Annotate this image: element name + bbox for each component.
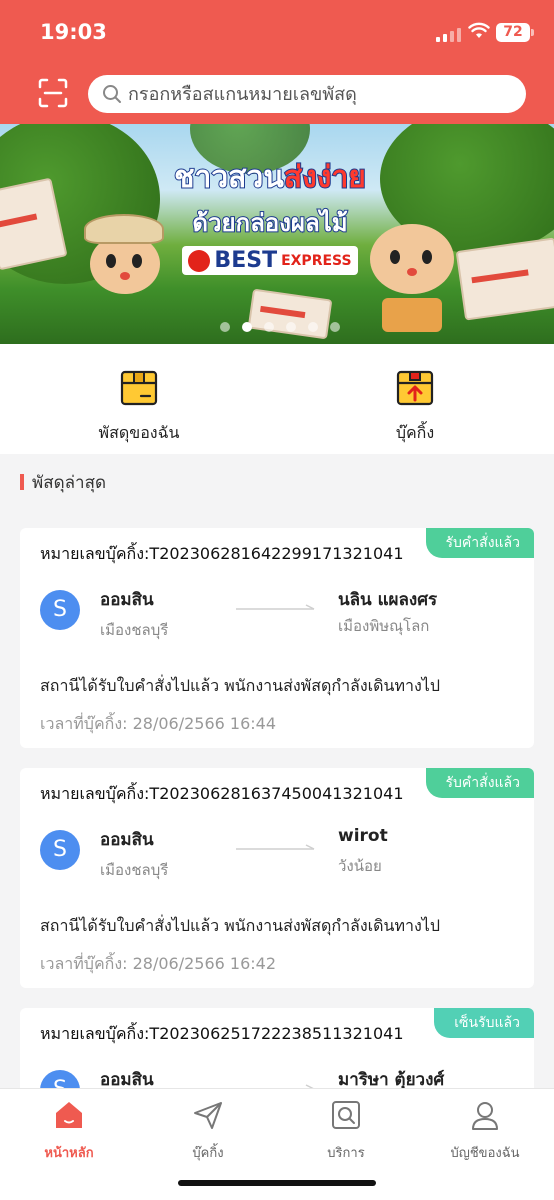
search-bar[interactable]: [88, 75, 526, 113]
banner-dot[interactable]: [286, 322, 296, 332]
nav-services[interactable]: บริการ: [286, 1099, 406, 1163]
banner-dot[interactable]: [264, 322, 274, 332]
search-input[interactable]: [128, 83, 508, 105]
wifi-icon: [468, 22, 490, 38]
booking-button[interactable]: บุ๊คกิ้ง: [345, 368, 485, 446]
shipment-card[interactable]: หมายเลขบุ๊คกิ้ง:T20230628163745004132104…: [20, 768, 534, 988]
sender-name: ออมสิน: [100, 830, 154, 850]
nav-booking-label: บุ๊คกิ้ง: [192, 1146, 224, 1161]
my-parcels-button[interactable]: พัสดุของฉัน: [69, 368, 209, 446]
banner-title: ชาวสวนส่งง่าย ด้วยกล่องผลไม้ BEST EXPRES…: [140, 154, 400, 277]
nav-home-label: หน้าหลัก: [44, 1146, 94, 1161]
home-icon: [56, 1102, 82, 1128]
home-indicator[interactable]: [178, 1180, 376, 1186]
service-search-icon: [332, 1101, 360, 1129]
send-icon: [194, 1102, 222, 1129]
user-icon: [472, 1102, 498, 1130]
status-bar: 19:03 72: [0, 0, 554, 64]
promo-banner[interactable]: ชาวสวนส่งง่าย ด้วยกล่องผลไม้ BEST EXPRES…: [0, 124, 554, 344]
search-icon: [103, 85, 121, 103]
status-badge: รับคำสั่งแล้ว: [425, 528, 534, 558]
sender-location: เมืองชลบุรี: [100, 621, 169, 639]
banner-dot[interactable]: [308, 322, 318, 332]
receiver-location: วังน้อย: [338, 857, 382, 875]
receiver-name: wirot: [338, 826, 388, 846]
sender-location: เมืองชลบุรี: [100, 861, 169, 879]
banner-dot[interactable]: [330, 322, 340, 332]
receiver-name: นลิน แผลงศร: [338, 590, 438, 610]
avatar: S: [40, 830, 80, 870]
app-header: 19:03 72: [0, 0, 554, 124]
booking-number: หมายเลขบุ๊คกิ้ง:T20230625172223851132104…: [40, 1024, 404, 1043]
banner-dot-active[interactable]: [242, 322, 252, 332]
banner-fruit-box: [455, 237, 554, 321]
banner-pagination: [220, 322, 340, 332]
route-arrow-icon: [236, 844, 315, 850]
best-express-logo: BEST EXPRESS: [182, 246, 358, 275]
shipment-card[interactable]: หมายเลขบุ๊คกิ้ง:T20230628164229917132104…: [20, 528, 534, 748]
receiver-location: เมืองพิษณุโลก: [338, 617, 430, 635]
banner-line1: ชาวสวนส่งง่าย: [173, 159, 367, 196]
banner-line2: ด้วยกล่องผลไม้: [191, 208, 348, 238]
cellular-signal-icon: [436, 26, 461, 42]
booking-time: เวลาที่บุ๊คกิ้ง: 28/06/2566 16:42: [40, 954, 277, 973]
battery-indicator: 72: [496, 23, 534, 42]
section-accent-bar: [20, 474, 24, 490]
status-badge: เซ็นรับแล้ว: [434, 1008, 534, 1038]
nav-home[interactable]: หน้าหลัก: [9, 1099, 129, 1163]
nav-account-label: บัญชีของฉัน: [450, 1146, 520, 1161]
shipment-status-text: สถานีได้รับใบคำสั่งไปแล้ว พนักงานส่งพัสด…: [40, 676, 441, 695]
nav-services-label: บริการ: [327, 1146, 365, 1161]
status-badge: รับคำสั่งแล้ว: [425, 768, 534, 798]
booking-number: หมายเลขบุ๊คกิ้ง:T20230628163745004132104…: [40, 784, 404, 803]
send-box-icon: [396, 370, 434, 406]
section-title: พัสดุล่าสุด: [32, 472, 107, 493]
booking-number: หมายเลขบุ๊คกิ้ง:T20230628164229917132104…: [40, 544, 404, 563]
recent-parcels-heading: พัสดุล่าสุด: [20, 470, 106, 494]
avatar: S: [40, 590, 80, 630]
quick-actions: พัสดุของฉัน บุ๊คกิ้ง: [0, 344, 554, 454]
booking-time: เวลาที่บุ๊คกิ้ง: 28/06/2566 16:44: [40, 714, 277, 733]
sender-name: ออมสิน: [100, 590, 154, 610]
nav-booking[interactable]: บุ๊คกิ้ง: [148, 1099, 268, 1163]
shipment-status-text: สถานีได้รับใบคำสั่งไปแล้ว พนักงานส่งพัสด…: [40, 916, 441, 935]
banner-dot[interactable]: [220, 322, 230, 332]
nav-account[interactable]: บัญชีของฉัน: [425, 1099, 545, 1163]
booking-label: บุ๊คกิ้ง: [395, 423, 435, 442]
status-time: 19:03: [40, 20, 107, 44]
parcel-box-icon: [120, 370, 158, 406]
route-arrow-icon: [236, 604, 315, 610]
my-parcels-label: พัสดุของฉัน: [98, 423, 180, 442]
scan-icon[interactable]: [38, 78, 68, 108]
best-logo-mark-icon: [188, 249, 211, 272]
